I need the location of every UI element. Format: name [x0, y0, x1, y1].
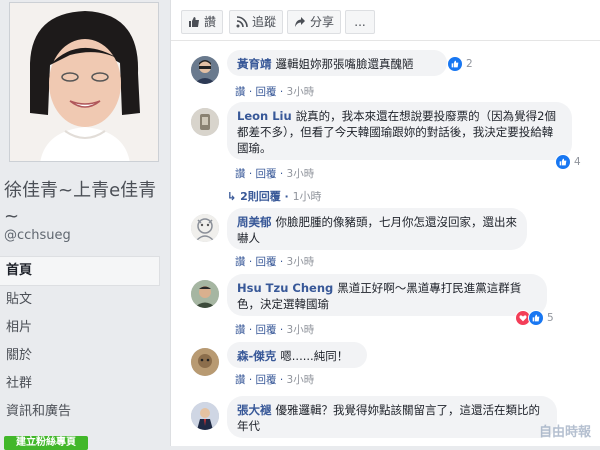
avatar[interactable]: [191, 280, 219, 308]
comment-reply-link[interactable]: 回覆: [256, 256, 277, 268]
page-handle[interactable]: @cchsueg: [4, 228, 71, 243]
profile-photo-illustration: [10, 3, 158, 161]
thumbs-up-icon: [189, 17, 199, 27]
comment-like-link[interactable]: 讚: [235, 324, 246, 336]
reaction-summary[interactable]: 5: [515, 310, 554, 326]
rss-icon: [236, 16, 248, 28]
comment-meta: 讚 · 回覆 · 3小時: [235, 324, 315, 336]
comment-bubble: 森-傑克 嗯......純同！: [227, 342, 367, 368]
profile-picture[interactable]: [9, 2, 159, 162]
comment-meta: 讚 · 回覆 · 3小時: [235, 374, 315, 386]
watermark: 自由時報: [538, 425, 591, 440]
comment-time[interactable]: 3小時: [287, 256, 315, 268]
avatar[interactable]: [191, 108, 219, 136]
comment-author[interactable]: 周美郁: [237, 215, 272, 229]
comment-text: 嗯......純同！: [280, 349, 349, 363]
page-title[interactable]: 徐佳青~上青e佳青~: [4, 178, 164, 230]
reaction-summary[interactable]: 2: [447, 56, 473, 72]
avatar[interactable]: [191, 402, 219, 430]
reaction-count: 2: [466, 58, 473, 70]
sidebar-item-info-ads[interactable]: 資訊和廣告: [0, 398, 160, 426]
reaction-summary[interactable]: 4: [555, 154, 581, 170]
like-page-label: 讚: [204, 15, 217, 29]
replies-count: 2則回覆: [240, 190, 281, 203]
sidebar-item-about[interactable]: 關於: [0, 342, 160, 370]
avatar[interactable]: [191, 214, 219, 242]
follow-label: 追蹤: [252, 15, 277, 29]
share-label: 分享: [310, 15, 335, 29]
comment-time[interactable]: 3小時: [287, 324, 315, 336]
comment-author[interactable]: 森-傑克: [237, 349, 276, 363]
comment-item: Leon Liu 說真的，我本來還在想說要投廢票的（因為覺得2個都差不多），但看了…: [191, 102, 591, 184]
view-replies-link[interactable]: ↳ 2則回覆 · 1小時: [227, 188, 322, 204]
like-reaction-icon: [555, 154, 571, 170]
comment-bubble: Hsu Tzu Cheng 黑道正好啊～黑道專打民進黨這群貨色，決定選韓國瑜: [227, 274, 547, 316]
reply-arrow-icon: ↳: [227, 190, 237, 203]
reaction-count: 4: [574, 156, 581, 168]
create-page-button[interactable]: 建立粉絲專頁: [4, 436, 88, 450]
replies-time: 1小時: [292, 190, 322, 203]
reaction-count: 5: [547, 312, 554, 324]
sidebar-item-community[interactable]: 社群: [0, 370, 160, 398]
comment-reply-link[interactable]: 回覆: [256, 374, 277, 386]
comment-like-link[interactable]: 讚: [235, 256, 246, 268]
comment-item: 黃育靖 邏輯姐妳那張嘴臉還真醜陋 2 讚 · 回覆 · 3小時: [191, 50, 591, 102]
comment-author[interactable]: 黃育靖: [237, 57, 272, 71]
comment-text: 優雅邏輯？我覺得妳點該關留言了，這還活在類比的年代: [237, 403, 540, 433]
more-options-button[interactable]: ...: [345, 10, 375, 34]
like-page-button[interactable]: 讚: [181, 10, 224, 34]
comment-author[interactable]: Leon Liu: [237, 109, 292, 123]
follow-button[interactable]: 追蹤: [229, 10, 284, 34]
comment-meta: 讚 · 回覆 · 3小時: [235, 168, 315, 180]
comment-item: 周美郁 你臉肥腫的像豬頭，七月你怎還沒回家，還出來嚇人 讚 · 回覆 · 3小時: [191, 208, 591, 268]
comment-like-link[interactable]: 讚: [235, 374, 246, 386]
sidebar-item-home[interactable]: 首頁: [0, 256, 160, 286]
share-button[interactable]: 分享: [287, 10, 342, 34]
comment-meta: 讚 · 回覆 · 3小時: [235, 256, 315, 268]
comment-meta: 讚 · 回覆 · 3小時: [235, 86, 315, 98]
comment-bubble: 張大褪 優雅邏輯？我覺得妳點該關留言了，這還活在類比的年代: [227, 396, 557, 438]
comment-bubble: 周美郁 你臉肥腫的像豬頭，七月你怎還沒回家，還出來嚇人: [227, 208, 527, 250]
page-action-bar: 讚 追蹤 分享 ...: [171, 0, 600, 41]
comment-author[interactable]: Hsu Tzu Cheng: [237, 281, 333, 295]
sidebar-item-photos[interactable]: 相片: [0, 314, 160, 342]
sidebar-nav: 首頁 貼文 相片 關於 社群 資訊和廣告: [0, 256, 160, 426]
share-arrow-icon: [295, 17, 305, 27]
post-panel: 讚 追蹤 分享 ... 黃育靖 邏輯姐妳那張嘴臉還真醜陋 2 讚 · 回覆 · …: [170, 0, 600, 446]
avatar[interactable]: [191, 348, 219, 376]
comment-author[interactable]: 張大褪: [237, 403, 272, 417]
comment-time[interactable]: 3小時: [287, 374, 315, 386]
comment-item: 張大褪 優雅邏輯？我覺得妳點該關留言了，這還活在類比的年代: [191, 396, 591, 446]
comment-like-link[interactable]: 讚: [235, 168, 246, 180]
comment-item: 森-傑克 嗯......純同！ 讚 · 回覆 · 3小時: [191, 342, 591, 388]
comment-reply-link[interactable]: 回覆: [256, 168, 277, 180]
like-reaction-icon: [528, 310, 544, 326]
comment-time[interactable]: 3小時: [287, 86, 315, 98]
comment-reply-link[interactable]: 回覆: [256, 86, 277, 98]
like-reaction-icon: [447, 56, 463, 72]
page-sidebar: 徐佳青~上青e佳青~ @cchsueg 首頁 貼文 相片 關於 社群 資訊和廣告…: [0, 0, 165, 450]
comment-text: 你臉肥腫的像豬頭，七月你怎還沒回家，還出來嚇人: [237, 215, 517, 245]
more-options-icon: ...: [354, 15, 366, 29]
comment-bubble: Leon Liu 說真的，我本來還在想說要投廢票的（因為覺得2個都差不多），但看了…: [227, 102, 572, 160]
comment-reply-link[interactable]: 回覆: [256, 324, 277, 336]
comment-bubble: 黃育靖 邏輯姐妳那張嘴臉還真醜陋: [227, 50, 447, 76]
comment-like-link[interactable]: 讚: [235, 86, 246, 98]
sidebar-item-posts[interactable]: 貼文: [0, 286, 160, 314]
avatar[interactable]: [191, 56, 219, 84]
comment-time[interactable]: 3小時: [287, 168, 315, 180]
comment-item: Hsu Tzu Cheng 黑道正好啊～黑道專打民進黨這群貨色，決定選韓國瑜 5 …: [191, 274, 591, 336]
comment-text: 邏輯姐妳那張嘴臉還真醜陋: [275, 57, 414, 71]
